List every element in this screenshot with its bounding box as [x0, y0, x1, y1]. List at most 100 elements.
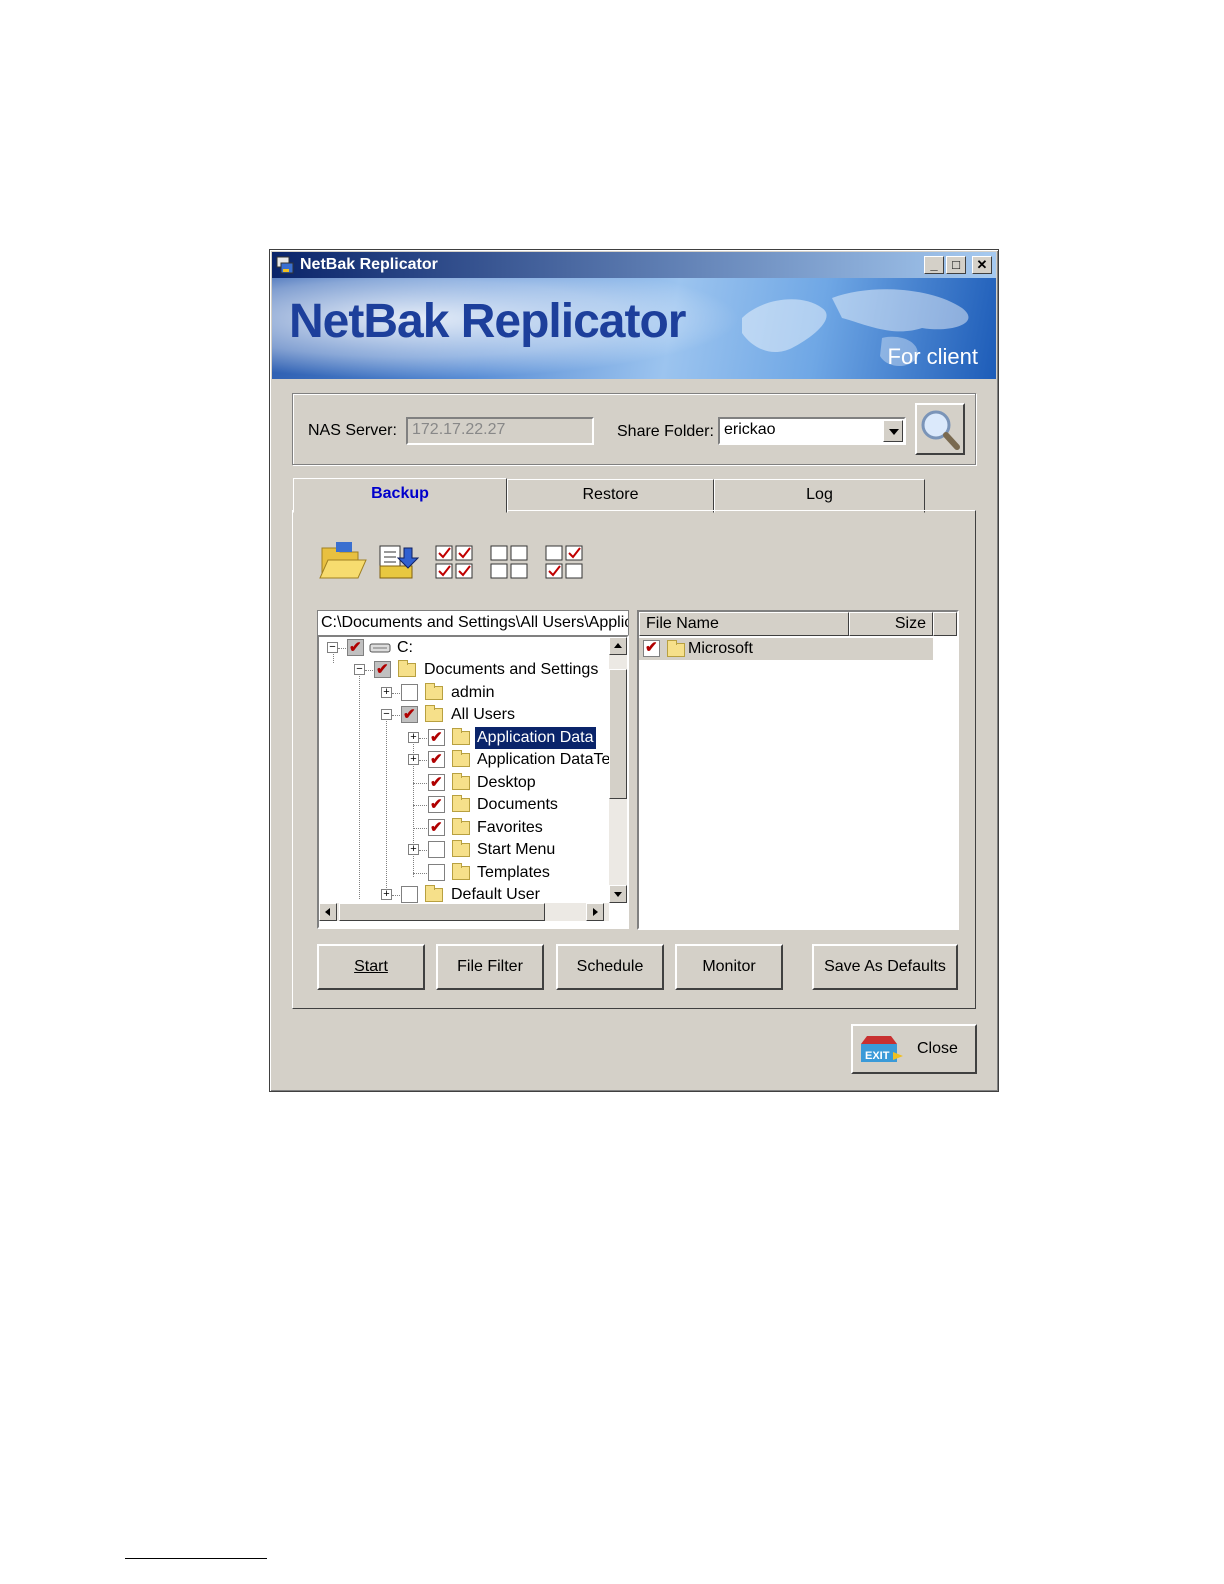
tab-log[interactable]: Log	[714, 479, 925, 513]
folder-icon	[398, 660, 416, 677]
open-folder-icon[interactable]	[318, 538, 368, 584]
tree-node-label: Application Data	[475, 727, 596, 749]
scroll-right-button[interactable]	[586, 903, 604, 921]
share-folder-dropdown[interactable]: erickao	[718, 417, 906, 445]
tree-node-label: Documents	[477, 796, 558, 813]
scroll-down-button[interactable]	[609, 885, 627, 903]
app-icon	[276, 256, 294, 274]
list-item[interactable]: Microsoft	[639, 638, 933, 660]
expand-icon[interactable]: +	[408, 732, 419, 743]
file-list[interactable]: File Name Size Microsoft	[637, 610, 959, 930]
arrow-right-icon	[593, 908, 598, 916]
list-item-name: Microsoft	[688, 640, 753, 657]
search-button[interactable]	[915, 403, 965, 455]
collapse-icon[interactable]: −	[381, 709, 392, 720]
start-button[interactable]: Start	[317, 944, 425, 990]
unselect-all-icon[interactable]	[485, 538, 535, 584]
tab-restore[interactable]: Restore	[507, 479, 714, 513]
collapse-icon[interactable]: −	[327, 642, 338, 653]
tree-node-label: Desktop	[477, 774, 536, 791]
footnote-separator	[125, 1558, 267, 1559]
tree-node-label: Start Menu	[477, 841, 556, 858]
tree-node-application-data[interactable]: + Application Data	[319, 727, 609, 749]
tree-checkbox[interactable]	[428, 749, 445, 771]
column-header-filler	[933, 612, 957, 636]
title-bar[interactable]: NetBak Replicator _ □ ✕	[272, 252, 996, 278]
arrow-left-icon	[325, 908, 330, 916]
folder-icon	[452, 840, 470, 857]
close-button[interactable]: EXIT Close	[851, 1024, 977, 1074]
tree-node-application-data-te[interactable]: + Application DataTe	[319, 749, 611, 771]
monitor-button[interactable]: Monitor	[675, 944, 783, 990]
tree-checkbox[interactable]	[374, 659, 391, 681]
tab-backup[interactable]: Backup	[293, 478, 507, 513]
tree-node-label: Favorites	[477, 819, 543, 836]
start-button-label: Start	[354, 958, 388, 975]
tree-checkbox[interactable]	[428, 841, 445, 858]
tree-node-documents[interactable]: Documents	[319, 794, 609, 816]
close-window-button[interactable]: ✕	[972, 256, 992, 274]
tree-checkbox[interactable]	[401, 886, 418, 903]
tree-node-desktop[interactable]: Desktop	[319, 772, 609, 794]
save-as-defaults-button[interactable]: Save As Defaults	[812, 944, 958, 990]
tree-node-documents-and-settings[interactable]: − Documents and Settings	[319, 659, 609, 681]
tree-node-favorites[interactable]: Favorites	[319, 817, 609, 839]
tree-node-start-menu[interactable]: + Start Menu	[319, 839, 609, 861]
tree-checkbox[interactable]	[401, 684, 418, 701]
expand-icon[interactable]: +	[381, 687, 392, 698]
drive-icon	[369, 643, 391, 653]
tree-node-label: Documents and Settings	[424, 661, 599, 678]
select-all-icon[interactable]	[430, 538, 480, 584]
tree-checkbox[interactable]	[428, 772, 445, 794]
tree-node-all-users[interactable]: − All Users	[319, 704, 609, 726]
tree-vertical-scrollbar[interactable]	[609, 637, 627, 903]
scroll-thumb[interactable]	[339, 903, 545, 921]
tree-checkbox[interactable]	[428, 794, 445, 816]
column-header-size[interactable]: Size	[849, 612, 933, 636]
folder-icon	[452, 795, 470, 812]
tree-node-admin[interactable]: + admin	[319, 682, 609, 704]
tree-checkbox[interactable]	[428, 864, 445, 881]
folder-icon	[452, 863, 470, 880]
folder-icon	[452, 773, 470, 790]
collapse-icon[interactable]: −	[354, 664, 365, 675]
maximize-button[interactable]: □	[946, 256, 966, 274]
folder-tree[interactable]: − C: − Documents and Settings + admin −	[317, 635, 629, 929]
nas-server-label: NAS Server:	[308, 422, 397, 439]
tree-checkbox[interactable]	[428, 727, 445, 749]
folder-icon	[452, 750, 470, 767]
minimize-button[interactable]: _	[924, 256, 944, 274]
tree-node-templates[interactable]: Templates	[319, 862, 609, 884]
current-path: C:\Documents and Settings\All Users\Appl…	[317, 610, 629, 636]
arrow-down-icon	[614, 892, 622, 897]
scroll-up-button[interactable]	[609, 637, 627, 655]
expand-icon[interactable]: +	[381, 889, 392, 900]
list-item-checkbox[interactable]	[643, 638, 660, 657]
folder-icon	[452, 818, 470, 835]
exit-icon: EXIT	[861, 1036, 903, 1062]
tree-horizontal-scrollbar[interactable]	[319, 903, 609, 921]
expand-icon[interactable]: +	[408, 754, 419, 765]
magnifier-icon	[921, 410, 960, 450]
banner-subtitle: For client	[887, 344, 978, 369]
tree-node-label: Application DataTe	[477, 751, 611, 768]
chevron-down-icon[interactable]	[883, 420, 903, 442]
expand-icon[interactable]: +	[408, 844, 419, 855]
scroll-left-button[interactable]	[319, 903, 337, 921]
tree-node-label: Templates	[477, 864, 550, 881]
folder-icon	[667, 640, 685, 657]
file-filter-button[interactable]: File Filter	[436, 944, 544, 990]
nas-server-field[interactable]: 172.17.22.27	[406, 417, 594, 445]
column-header-file-name[interactable]: File Name	[639, 612, 849, 636]
schedule-button[interactable]: Schedule	[556, 944, 664, 990]
banner: NetBak Replicator For client	[272, 278, 996, 379]
scroll-thumb[interactable]	[609, 669, 627, 799]
tree-checkbox[interactable]	[401, 704, 418, 726]
open-folder-icon	[452, 728, 470, 745]
tree-checkbox[interactable]	[428, 817, 445, 839]
invert-selection-icon[interactable]	[540, 538, 590, 584]
tree-node-drive-c[interactable]: − C:	[319, 637, 609, 659]
backup-files-icon[interactable]	[374, 538, 424, 584]
netbak-window: NetBak Replicator _ □ ✕ NetBak Replicato…	[269, 249, 999, 1092]
tree-checkbox[interactable]	[347, 637, 364, 659]
